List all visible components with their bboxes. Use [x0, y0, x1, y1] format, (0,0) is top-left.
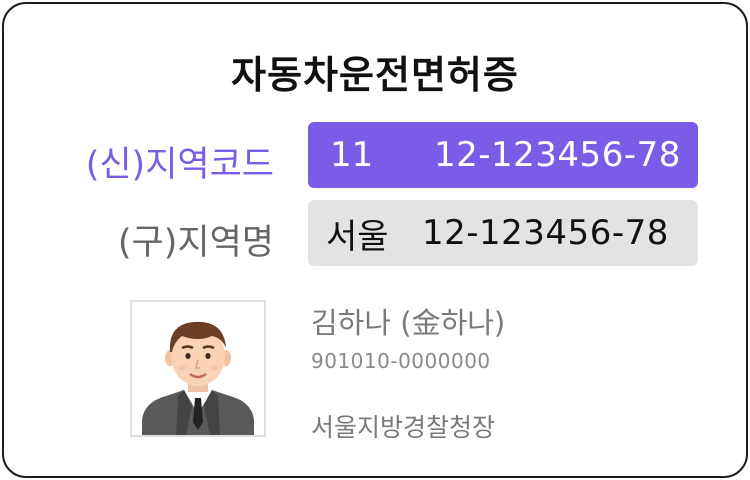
holder-photo: [130, 300, 266, 437]
license-card: 자동차운전면허증 (신)지역코드 11 12-123456-78 (구)지역명 …: [2, 2, 748, 478]
old-region-name: 서울: [326, 216, 389, 257]
card-title: 자동차운전면허증: [231, 53, 519, 97]
new-region-code-label: (신)지역코드: [85, 145, 274, 185]
person-avatar-icon: [142, 321, 254, 435]
holder-resident-number: 901010-0000000: [311, 349, 491, 373]
new-region-code-box: 11 12-123456-78: [308, 122, 698, 188]
new-license-number: 12-123456-78: [434, 135, 681, 175]
issuing-agency: 서울지방경찰청장: [311, 413, 496, 442]
new-region-code: 11: [330, 135, 374, 175]
old-license-number: 12-123456-78: [422, 213, 669, 253]
holder-name: 김하나 (金하나): [311, 306, 506, 340]
old-region-name-box: 서울 12-123456-78: [308, 200, 698, 266]
old-region-name-label: (구)지역명: [117, 223, 274, 263]
